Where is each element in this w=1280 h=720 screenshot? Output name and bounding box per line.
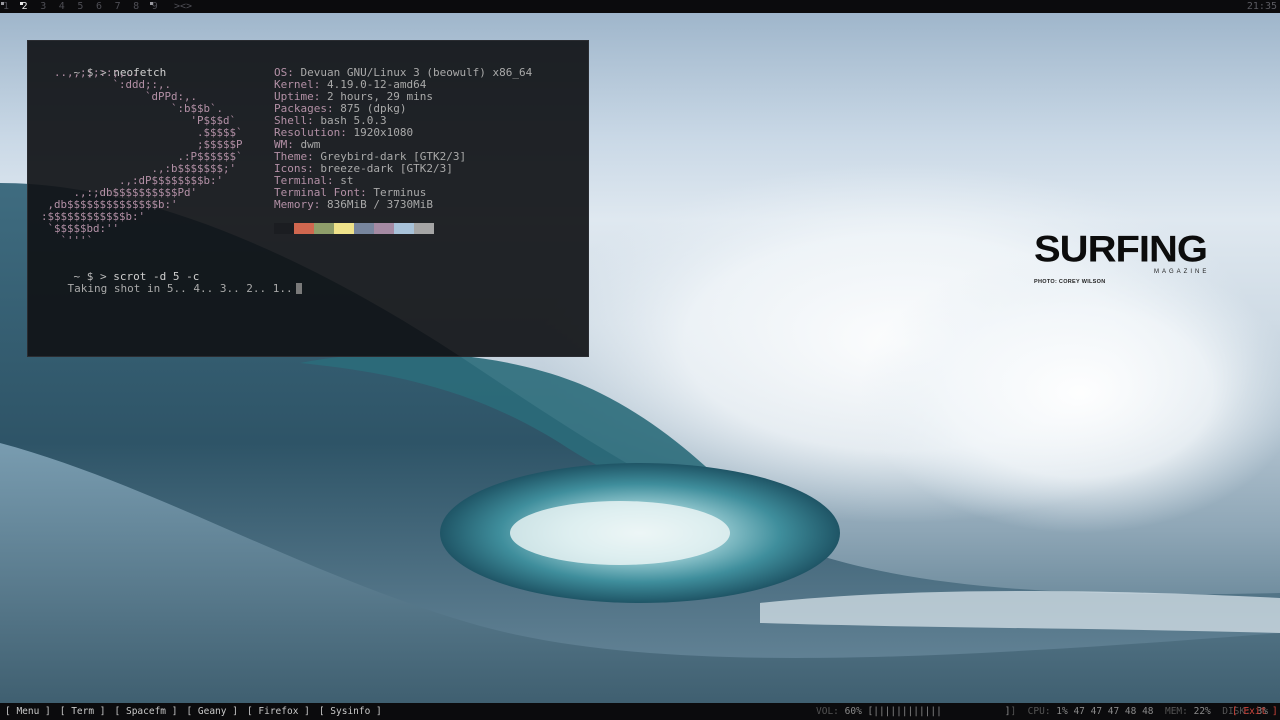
tag-label: 8 <box>133 1 140 12</box>
launcher-geany[interactable]: [ Geany ] <box>186 703 237 720</box>
magazine-title: SURFING <box>1034 229 1208 270</box>
color-swatch <box>294 223 314 234</box>
mem-label: MEM: <box>1164 706 1188 717</box>
mem-value: 22% <box>1193 706 1211 717</box>
tag-occupied-indicator <box>19 2 23 5</box>
color-palette <box>274 223 434 234</box>
output-line: Taking shot in 5.. 4.. 3.. 2.. 1.. <box>41 271 302 307</box>
color-swatch <box>334 223 354 234</box>
magazine-logo: SURFING MAGAZINE PHOTO: COREY WILSON <box>1034 229 1234 285</box>
tag-label: 5 <box>77 1 84 12</box>
layout-symbol[interactable]: ><> <box>174 0 192 13</box>
tag-5[interactable]: 5 <box>77 0 96 13</box>
vol-label: VOL: <box>816 706 839 717</box>
terminal-cursor <box>295 283 302 294</box>
top-bar: 1 2 3 4 5 6 7 8 9 ><> 21:35 <box>0 0 1280 13</box>
tag-7[interactable]: 7 <box>115 0 134 13</box>
info-value: 1920x1080 <box>353 126 414 139</box>
color-swatch <box>394 223 414 234</box>
launcher-sysinfo[interactable]: [ Sysinfo ] <box>319 703 382 720</box>
tag-label: 6 <box>95 1 102 12</box>
magazine-subtitle: MAGAZINE <box>1154 269 1210 275</box>
color-swatch <box>374 223 394 234</box>
tag-4[interactable]: 4 <box>59 0 78 13</box>
scrot-countdown: Taking shot in 5.. 4.. 3.. 2.. 1.. <box>67 282 293 295</box>
tag-list: 1 2 3 4 5 6 7 8 9 <box>1 0 171 13</box>
tag-occupied-indicator <box>149 2 153 5</box>
color-swatch <box>314 223 334 234</box>
neofetch-info: OS: Devuan GNU/Linux 3 (beowulf) x86_64 … <box>274 67 532 211</box>
launcher-spacefm[interactable]: [ Spacefm ] <box>115 703 178 720</box>
color-swatch <box>354 223 374 234</box>
terminal-window[interactable]: ~ $ > neofetch ..,,;;;::;,.. `:ddd;:,. `… <box>27 40 589 357</box>
tag-2[interactable]: 2 <box>19 0 41 13</box>
neofetch-ascii-logo: ..,,;;;::;,.. `:ddd;:,. `dPPd:,. `:b$$b`… <box>41 66 243 247</box>
cpu-value: 1% 47 47 47 48 48 <box>1056 706 1154 717</box>
color-swatch <box>414 223 434 234</box>
system-status: VOL: 60% [|||||||||||| ]] CPU: 1% 47 47 … <box>816 706 1269 717</box>
tag-6[interactable]: 6 <box>96 0 115 13</box>
launcher-term[interactable]: [ Term ] <box>60 703 106 720</box>
info-row-memory: Memory: 836MiB / 3730MiB <box>274 199 532 211</box>
cpu-label: CPU: <box>1027 706 1051 717</box>
launcher-menu[interactable]: [ Menu ] <box>5 703 51 720</box>
tag-9[interactable]: 9 <box>149 0 171 13</box>
tag-label: 3 <box>40 1 47 12</box>
info-colon: : <box>340 126 354 139</box>
tag-3[interactable]: 3 <box>40 0 59 13</box>
tag-occupied-indicator <box>1 2 4 5</box>
bottom-bar: [ Menu ] [ Term ] [ Spacefm ] [ Geany ] … <box>0 703 1280 720</box>
info-value: 836MiB / 3730MiB <box>327 198 433 211</box>
vol-value: 60% [|||||||||||| ] <box>844 706 1011 717</box>
launcher-firefox[interactable]: [ Firefox ] <box>247 703 310 720</box>
clock: 21:35 <box>1246 1 1277 12</box>
info-key: Memory <box>274 198 314 211</box>
tag-label: 4 <box>58 1 65 12</box>
info-colon: : <box>313 198 327 211</box>
photo-credit: PHOTO: COREY WILSON <box>1034 279 1106 285</box>
exit-button[interactable]: [ Exit ] <box>1232 703 1278 720</box>
tag-label: 7 <box>114 1 121 12</box>
launcher-list: [ Menu ] [ Term ] [ Spacefm ] [ Geany ] … <box>5 703 382 720</box>
color-swatch <box>274 223 294 234</box>
